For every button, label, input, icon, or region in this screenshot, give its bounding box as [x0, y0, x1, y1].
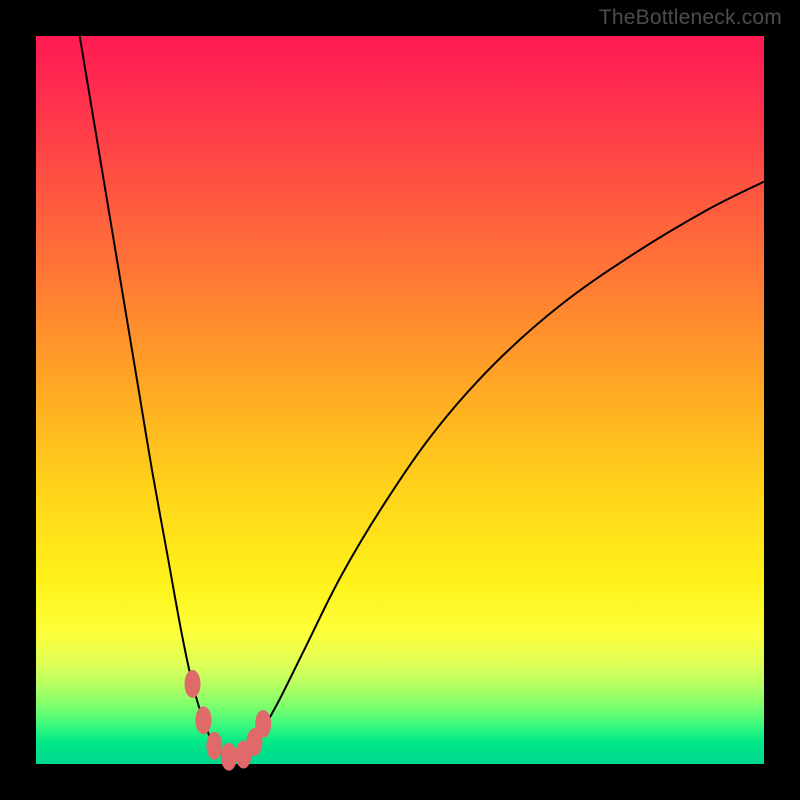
marker-dot — [221, 743, 237, 771]
marker-dot — [255, 710, 271, 738]
marker-dot — [206, 732, 222, 760]
marker-dot — [195, 706, 211, 734]
chart-frame: TheBottleneck.com — [0, 0, 800, 800]
chart-svg — [36, 36, 764, 764]
marker-dot — [185, 670, 201, 698]
watermark-text: TheBottleneck.com — [599, 6, 782, 30]
bottleneck-curve — [80, 36, 764, 760]
curve-markers — [185, 670, 272, 771]
